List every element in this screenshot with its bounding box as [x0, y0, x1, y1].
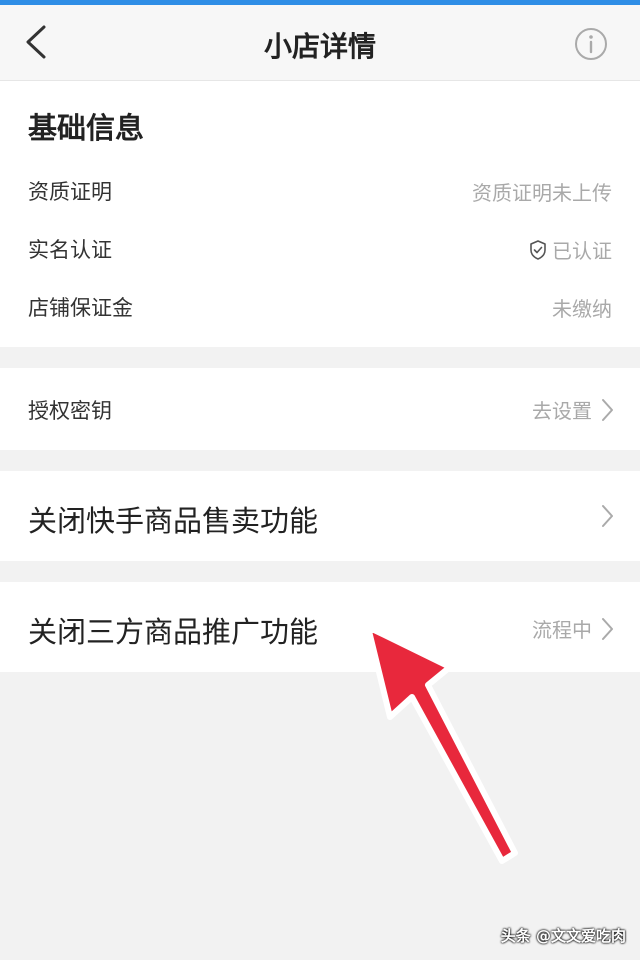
page-title: 小店详情	[263, 30, 376, 63]
qualification-status: 资质证明未上传	[472, 181, 612, 205]
real-name-row: 实名认证 已认证	[0, 221, 640, 277]
close-kuaishou-sales-row[interactable]: 关闭快手商品售卖功能	[0, 471, 640, 561]
real-name-value: 已认证	[529, 235, 612, 264]
close-third-party-promo-label: 关闭三方商品推广功能	[28, 615, 319, 649]
info-icon[interactable]	[574, 27, 608, 61]
auth-key-row[interactable]: 授权密钥 去设置	[0, 368, 640, 450]
real-name-status: 已认证	[552, 239, 612, 263]
auth-key-label: 授权密钥	[28, 399, 112, 423]
auth-key-action-text: 去设置	[532, 399, 592, 423]
deposit-status: 未缴纳	[552, 297, 612, 321]
deposit-label: 店铺保证金	[28, 296, 133, 320]
chevron-right-icon	[602, 505, 613, 527]
qualification-row: 资质证明 资质证明未上传	[0, 163, 640, 219]
qualification-label: 资质证明	[28, 180, 112, 204]
basic-info-title: 基础信息	[28, 111, 145, 145]
auth-key-action[interactable]: 去设置	[532, 395, 614, 424]
chevron-right-icon	[602, 398, 613, 421]
deposit-value: 未缴纳	[552, 293, 612, 322]
close-third-party-promo-row[interactable]: 关闭三方商品推广功能 流程中	[0, 582, 640, 672]
close-kuaishou-sales-arrow	[600, 503, 614, 529]
close-kuaishou-sales-label: 关闭快手商品售卖功能	[28, 504, 319, 538]
nav-bar: 小店详情	[0, 5, 640, 81]
close-third-party-promo-status: 流程中	[532, 614, 614, 643]
back-icon[interactable]	[18, 21, 54, 63]
basic-info-card: 基础信息 资质证明 资质证明未上传 实名认证 已认证 店铺保证金 未缴纳	[0, 81, 640, 347]
shield-check-icon	[530, 239, 546, 260]
deposit-row: 店铺保证金 未缴纳	[0, 279, 640, 335]
qualification-value: 资质证明未上传	[472, 177, 612, 206]
close-third-party-status-text: 流程中	[532, 618, 592, 642]
chevron-right-icon	[602, 617, 613, 640]
real-name-label: 实名认证	[28, 238, 112, 262]
watermark: 头条 @文文爱吃肉	[500, 927, 626, 945]
